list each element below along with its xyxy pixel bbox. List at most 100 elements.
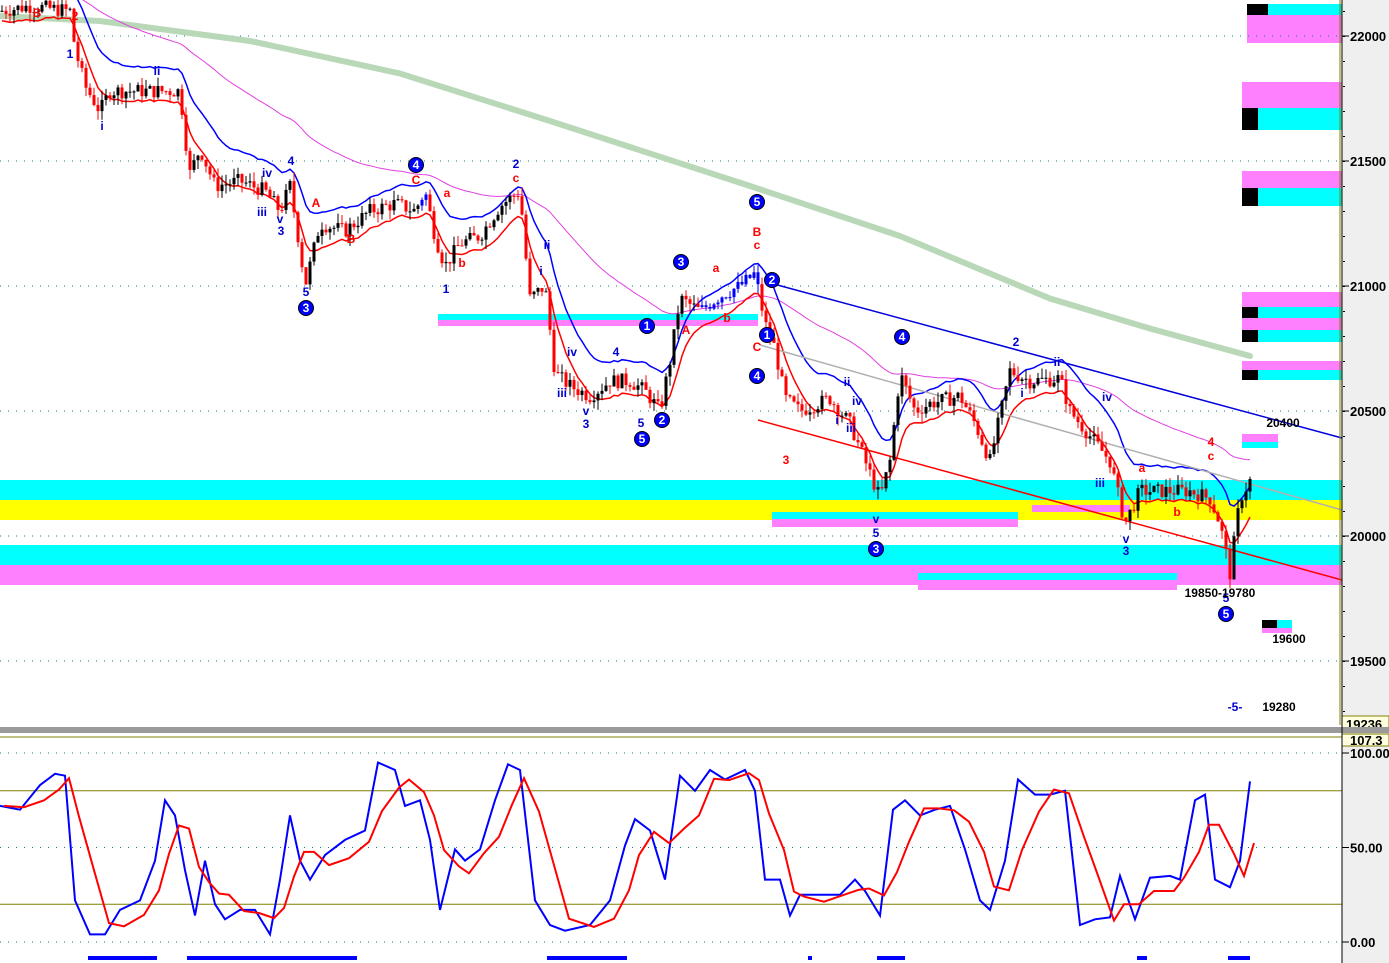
candle-body [964,402,968,408]
candle-body [1196,494,1200,502]
signal-bar [1137,956,1147,960]
wave-label: c [754,238,761,252]
wave-label: C [753,340,762,354]
minor-tick [1343,261,1345,262]
candle-body [528,258,532,295]
candle-body [848,412,852,417]
candle-body [940,394,944,402]
candle-body [1180,484,1184,488]
candle-body [644,382,648,390]
candle-body [816,409,820,413]
wave-label-circled: 4 [413,158,420,172]
candle-body [504,202,508,206]
trading-chart[interactable]: B 21iiiiii v34ivAB534Cab12ciiiiv 4iiiv3 5512… [0,0,1389,963]
candle-body [920,412,924,414]
price-zone [1242,171,1342,188]
candle-body [156,86,160,98]
candle-body [1144,484,1148,495]
minor-tick [1343,436,1345,437]
candle-body [1236,508,1240,537]
signal-bar [187,956,357,960]
candle-body [128,91,132,93]
wave-label: C [412,173,421,187]
candle-body [380,203,384,215]
minor-tick [1343,211,1345,212]
candle-body [860,442,864,448]
wave-label: 1 [443,282,450,296]
candle-body [288,181,292,190]
wave-label: B [347,232,356,246]
candle-body [1112,467,1116,474]
minor-tick [1343,561,1345,562]
price-zone [1242,108,1258,130]
wave-label: b [723,311,730,325]
candle-body [688,299,692,304]
wave-label-circled: 3 [303,301,310,315]
candle-body [272,196,276,198]
candle-body [556,371,560,373]
candle-body [284,189,288,211]
candle-body [912,398,916,408]
wave-label-circled: 3 [873,542,880,556]
candle-body [500,205,504,215]
candle-body [1032,384,1036,389]
candle-body [0,10,4,12]
wave-label: b [458,256,465,270]
candle-body [548,291,552,330]
wave-label: A [682,323,691,337]
candle-body [924,406,928,414]
candle-body [1200,489,1204,502]
candle-body [236,174,240,178]
candle-body [680,295,684,314]
candle-body [948,392,952,406]
wave-label: 19850-19780 [1185,586,1256,600]
wave-label-circled: 5 [639,432,646,446]
candle-body [632,386,636,390]
candle-body [332,227,336,229]
candle-body [536,287,540,292]
candle-body [1240,500,1244,509]
price-zone [772,519,1018,527]
candle-body [1036,377,1040,385]
minor-tick [1343,36,1345,37]
candle-body [496,214,500,221]
candle-body [928,401,932,407]
candle-body [1104,450,1108,457]
wave-label: c [1208,449,1215,463]
candle-body [404,200,408,212]
candle-body [1008,368,1012,387]
candle-body [384,203,388,205]
price-zone [772,512,1018,519]
candle-body [752,272,756,278]
candle-body [28,5,32,13]
candle-body [1012,368,1016,376]
candle-body [1120,487,1124,518]
candle-body [1168,486,1172,494]
candle-body [44,0,48,5]
candle-body [684,295,688,300]
candle-body [740,281,744,285]
candle-body [60,4,64,16]
candle-body [696,303,700,307]
candle-body [120,87,124,99]
candle-body [1128,509,1132,522]
candle-body [440,252,444,264]
price-zone [1242,292,1342,307]
candle-body [1004,386,1008,401]
wave-label: a [1139,461,1146,475]
candle-body [1228,548,1232,580]
candle-body [296,212,300,243]
candle-body [1160,484,1164,497]
minor-tick [1343,686,1345,687]
candle-body [308,261,312,285]
candle-body [96,104,100,112]
candle-body [704,305,708,307]
candle-body [788,395,792,397]
price-zone [1262,620,1277,628]
y-tick-label: 22000 [1350,29,1386,44]
candle-body [904,375,908,386]
candle-body [1188,490,1192,497]
pane-splitter[interactable] [0,727,1389,733]
candle-body [368,204,372,213]
candle-body [428,194,432,212]
